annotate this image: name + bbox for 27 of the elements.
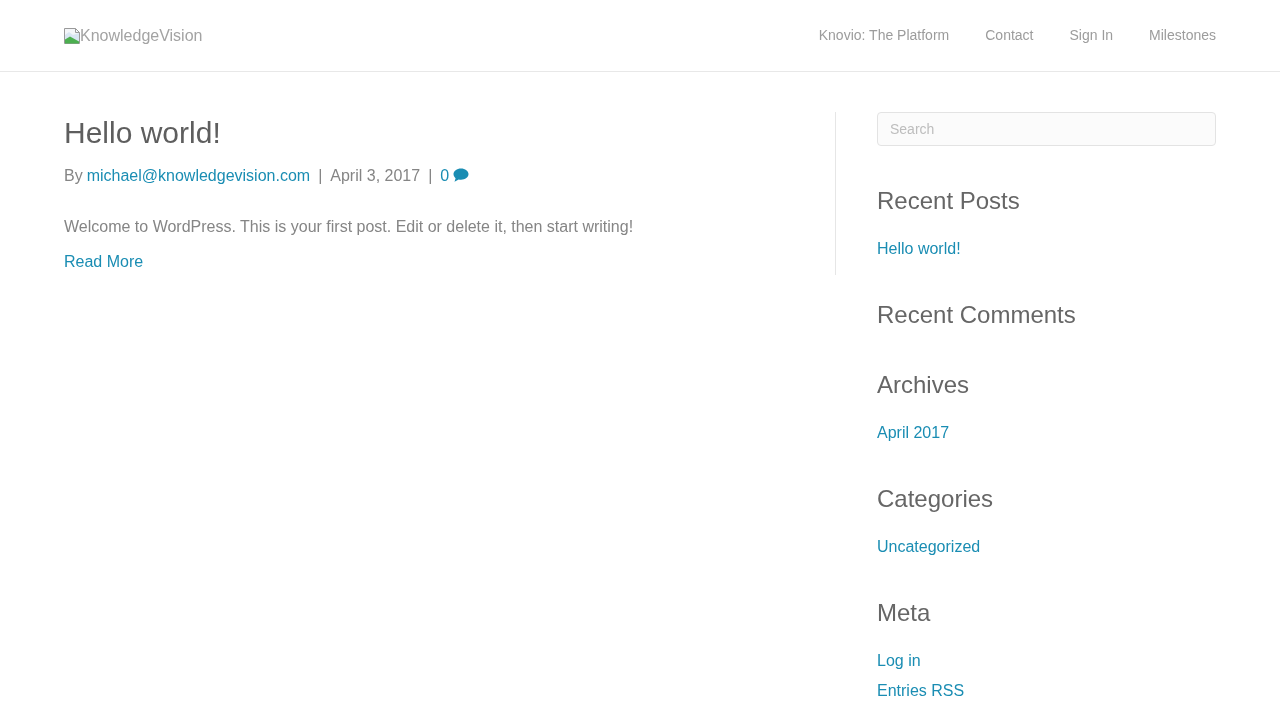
post-excerpt: Welcome to WordPress. This is your first post. Edit or delete it, then start writing! (64, 217, 635, 237)
nav-link[interactable]: Contact (985, 25, 1034, 46)
nav-link[interactable]: Knovio: The Platform (818, 25, 950, 46)
nav-link[interactable]: Milestones (1149, 25, 1216, 46)
nav-link[interactable]: Sign In (1069, 25, 1114, 46)
widget-link[interactable]: Entries RSS (877, 682, 965, 699)
read-more-link[interactable]: Read More (64, 250, 144, 274)
widget-link[interactable]: Uncategorized (877, 538, 981, 555)
widget-title: Archives (877, 370, 971, 400)
widget-link[interactable]: Hello world! (877, 240, 961, 257)
post-date: April 3, 2017 (330, 166, 421, 186)
widget-title: Recent Comments (877, 300, 1077, 330)
widget-title: Meta (877, 598, 932, 628)
author-link[interactable]: michael@knowledgevision.com (86, 164, 311, 188)
speech-bubble-icon (453, 168, 470, 182)
widget-link[interactable]: Log in (877, 652, 921, 669)
meta-separator: | (427, 166, 434, 186)
comments-link[interactable]: 0 (440, 164, 470, 188)
meta-separator: | (317, 166, 324, 186)
widget-title: Categories (877, 484, 995, 514)
search-field[interactable]: Search (877, 112, 1216, 146)
image-icon (64, 27, 80, 44)
byline-label: By (64, 166, 83, 186)
widget-title: Recent Posts (877, 186, 1021, 216)
post-title: Hello world! (64, 115, 222, 151)
widget-link[interactable]: April 2017 (877, 424, 950, 441)
logo-alt-text[interactable]: KnowledgeVision (80, 23, 203, 48)
